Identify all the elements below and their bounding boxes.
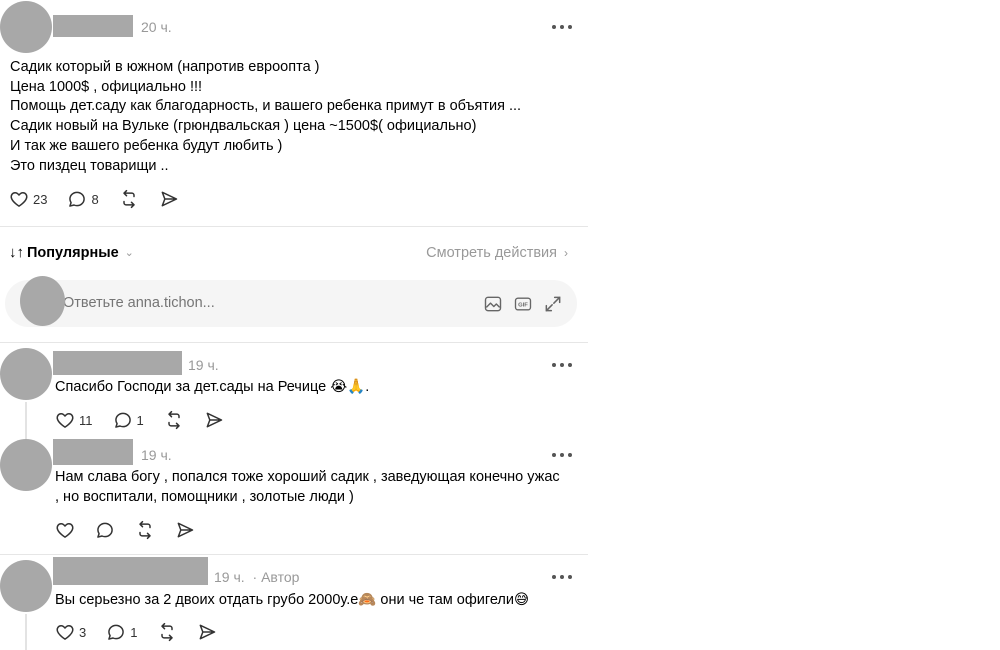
sort-label: Популярные [27,244,119,261]
reply-input[interactable] [63,295,363,311]
reply-actions: 11 1 [55,408,244,432]
repost-button[interactable] [135,520,155,540]
sort-arrows-icon: ↓↑ [9,244,24,261]
comment-button[interactable] [95,520,115,540]
gif-button[interactable]: GIF [513,294,533,314]
send-icon [177,522,194,538]
thread-panel: 20 ч. Садик который в южном (напротив ев… [0,0,588,650]
comment-count: 1 [130,624,138,640]
like-button[interactable]: 11 [55,410,93,430]
reply-time-value: 19 ч. [214,569,245,585]
like-count: 3 [79,624,87,640]
comment-icon [97,522,113,538]
more-dots-icon[interactable] [552,450,572,460]
repost-button[interactable] [164,410,184,430]
post-line: Помощь дет.саду как благодарность, и ваш… [10,98,522,114]
share-button[interactable] [197,622,217,642]
like-button[interactable] [55,520,75,540]
like-button[interactable]: 23 [9,189,47,209]
like-count: 23 [33,191,48,207]
image-button[interactable] [483,294,503,314]
heart-icon [56,413,74,428]
reply-actions: 3 1 [55,620,237,644]
send-icon [200,624,216,640]
send-icon [161,191,177,207]
chevron-down-icon: ⌄ [124,247,134,259]
reply-avatar[interactable] [0,439,52,491]
author-tag: · Автор [252,569,300,585]
repost-icon [122,189,135,209]
reply-composer: GIF [5,280,577,327]
reply-text: Нам слава богу , попался тоже хороший са… [55,469,560,485]
comment-button[interactable]: 1 [113,410,144,430]
like-count: 11 [79,412,93,428]
comment-count: 8 [91,191,99,207]
post-line: Садик который в южном (напротив евроопта… [10,59,320,75]
post-line: Цена 1000$ , официально !!! [10,79,203,95]
share-button[interactable] [204,410,224,430]
heart-icon [56,523,74,538]
gif-icon: GIF [514,297,532,311]
post-line: Это пиздец товарищи .. [10,158,169,174]
post-line: Садик новый на Вульке (грюндвальская ) ц… [10,118,477,134]
share-button[interactable] [175,520,195,540]
reply-time: 19 ч. [188,357,219,373]
post-author-name[interactable] [53,15,133,37]
composer-avatar [20,276,65,326]
reply-time: 19 ч. [141,447,172,463]
post-actions: 23 8 [9,187,199,211]
reply-text: Спасибо Господи за дет.сады на Речице 😭🙏… [55,379,370,395]
comment-count: 1 [136,412,144,428]
repost-button[interactable] [119,189,139,209]
thread-connector [25,614,27,650]
post-avatar[interactable] [0,1,52,53]
share-button[interactable] [159,189,179,209]
expand-icon [545,296,561,312]
reply-author-name[interactable] [53,557,208,585]
reply-author-name[interactable] [53,351,182,375]
more-dots-icon[interactable] [552,572,572,582]
heart-icon [56,625,74,640]
send-icon [206,412,222,428]
comment-button[interactable]: 8 [67,189,99,209]
repost-icon [161,622,174,642]
post-divider [0,226,588,227]
comment-button[interactable]: 1 [106,622,137,642]
post-time: 20 ч. [141,19,172,35]
reply-text: Вы серьезно за 2 двоих отдать грубо 2000… [55,592,530,608]
comment-icon [108,624,125,640]
post-line: И так же вашего ребенка будут любить ) [10,138,283,154]
reply-text: , но воспитали, помощники , золотые люди… [55,489,354,505]
more-dots-icon[interactable] [552,22,572,32]
repost-icon [139,520,151,540]
svg-text:GIF: GIF [518,303,528,309]
view-activity-link[interactable]: Смотреть действия › [426,245,568,261]
comment-icon [69,191,86,207]
heart-icon [10,192,28,207]
like-button[interactable]: 3 [55,622,86,642]
reply-actions [55,518,215,542]
repost-icon [167,410,180,430]
reply-avatar[interactable] [0,348,52,400]
reply-avatar[interactable] [0,560,52,612]
reply-divider [0,554,588,555]
view-activity-label: Смотреть действия [426,245,557,261]
chevron-right-icon: › [564,246,568,260]
reply-author-name[interactable] [53,439,133,465]
reply-time: 19 ч. · Автор [214,569,299,585]
sort-dropdown[interactable]: ↓↑ Популярные ⌄ [9,244,134,261]
expand-button[interactable] [543,294,563,314]
comment-icon [114,412,131,428]
repost-button[interactable] [157,622,177,642]
image-icon [484,296,502,312]
more-dots-icon[interactable] [552,360,572,370]
composer-divider [0,342,588,343]
